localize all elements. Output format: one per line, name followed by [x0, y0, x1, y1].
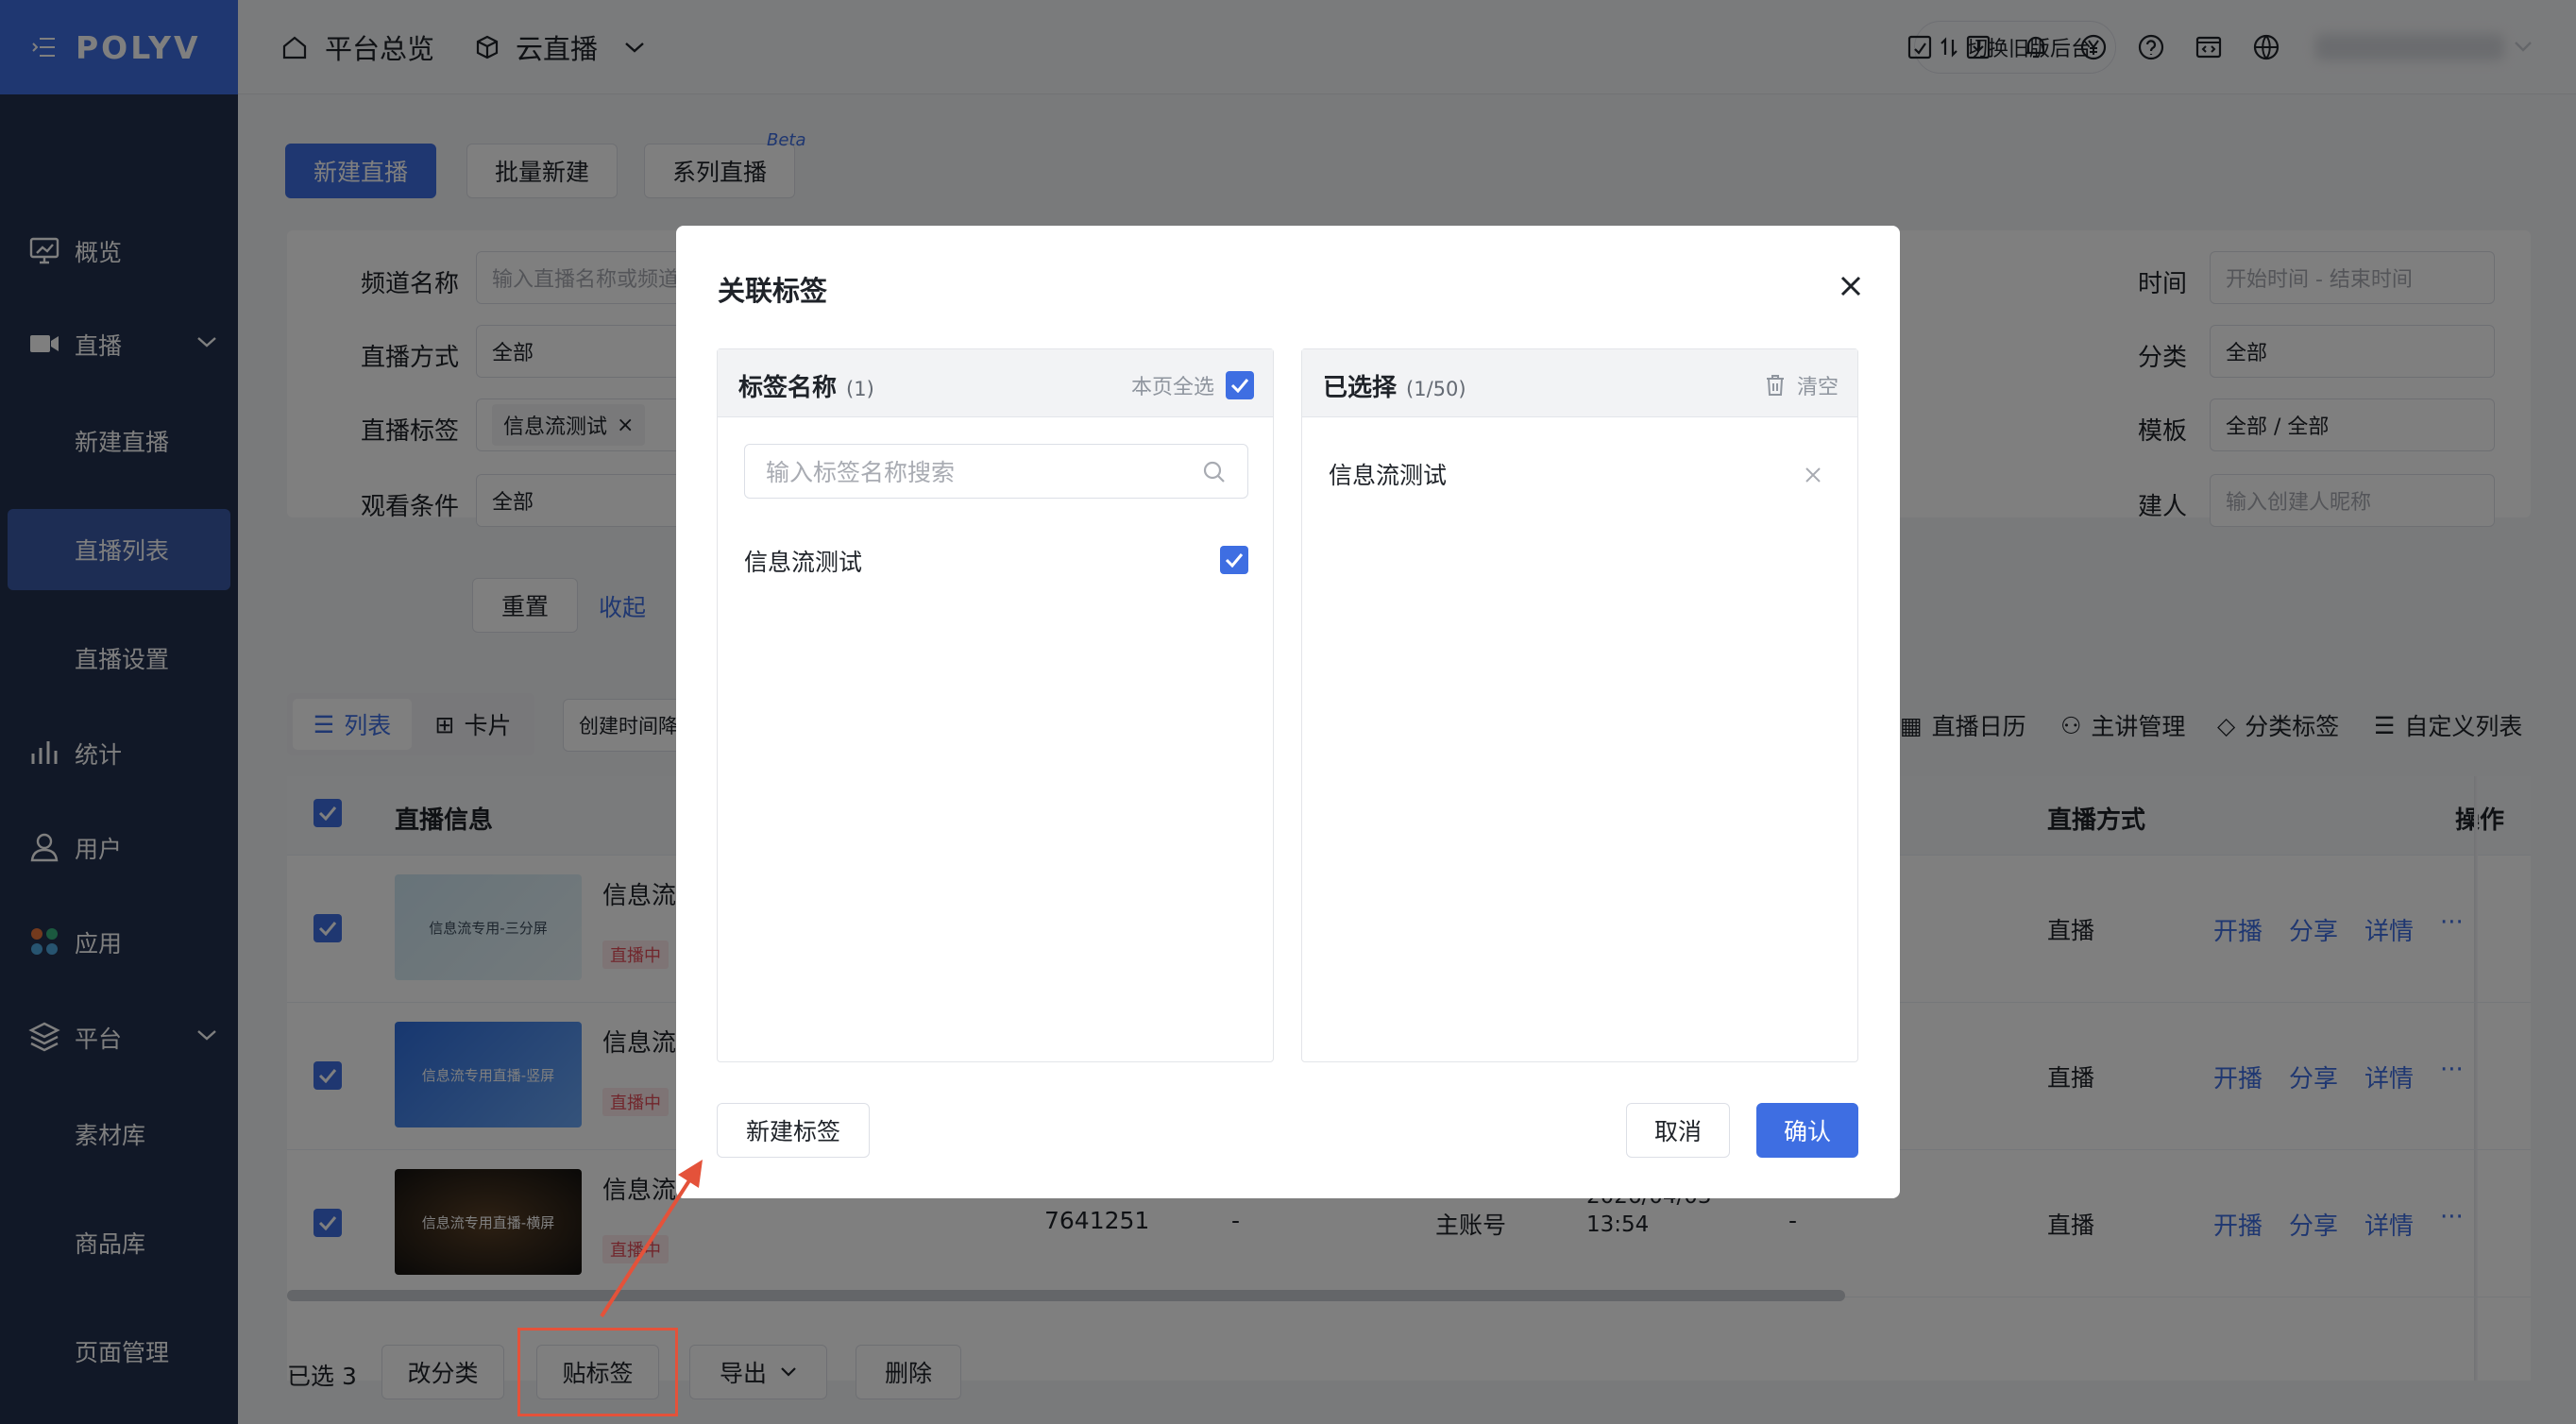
selected-tag-label: 信息流测试: [1329, 462, 1448, 489]
selected-title: 已选择 (1/50): [1323, 368, 1466, 403]
tag-name-title-text: 标签名称: [738, 374, 838, 402]
search-icon: [1203, 461, 1225, 483]
search-placeholder: 输入标签名称搜索: [766, 459, 956, 486]
remove-tag-icon[interactable]: [1805, 466, 1822, 483]
select-all-label: 本页全选: [1130, 376, 1214, 399]
selected-tags-header: 已选择 (1/50) 清空: [1302, 349, 1857, 417]
cancel-button[interactable]: 取消: [1626, 1103, 1730, 1158]
tag-search-input[interactable]: 输入标签名称搜索: [744, 444, 1248, 499]
tag-source-panel: 标签名称 (1) 本页全选 输入标签名称搜索 信息流测试: [717, 348, 1274, 1062]
selected-tags-panel: 已选择 (1/50) 清空 信息流测试: [1301, 348, 1858, 1062]
selected-title-text: 已选择: [1323, 374, 1398, 402]
clear-all-button[interactable]: 清空: [1765, 370, 1839, 400]
trash-icon: [1766, 375, 1784, 396]
new-tag-button[interactable]: 新建标签: [717, 1103, 870, 1158]
select-all-page-checkbox[interactable]: [1226, 371, 1254, 399]
check-icon: [1225, 553, 1244, 568]
selected-count-badge: (1/50): [1406, 378, 1466, 400]
tag-source-header: 标签名称 (1) 本页全选: [718, 349, 1273, 417]
dialog-title: 关联标签: [718, 275, 828, 307]
check-icon: [1230, 379, 1249, 393]
associate-tags-dialog: 关联标签 标签名称 (1) 本页全选 输入标签名称搜索 信息流测试 已选择 (1/5…: [676, 226, 1900, 1198]
close-icon[interactable]: [1839, 275, 1862, 297]
tag-count: (1): [846, 378, 874, 400]
tag-option-label[interactable]: 信息流测试: [744, 544, 862, 578]
select-all-page[interactable]: 本页全选: [1131, 370, 1254, 400]
clear-label: 清空: [1796, 376, 1839, 399]
annotation-highlight-box: [517, 1328, 678, 1416]
tag-name-title: 标签名称 (1): [738, 368, 874, 403]
tag-option-checkbox[interactable]: [1220, 546, 1248, 574]
confirm-button[interactable]: 确认: [1756, 1103, 1858, 1158]
